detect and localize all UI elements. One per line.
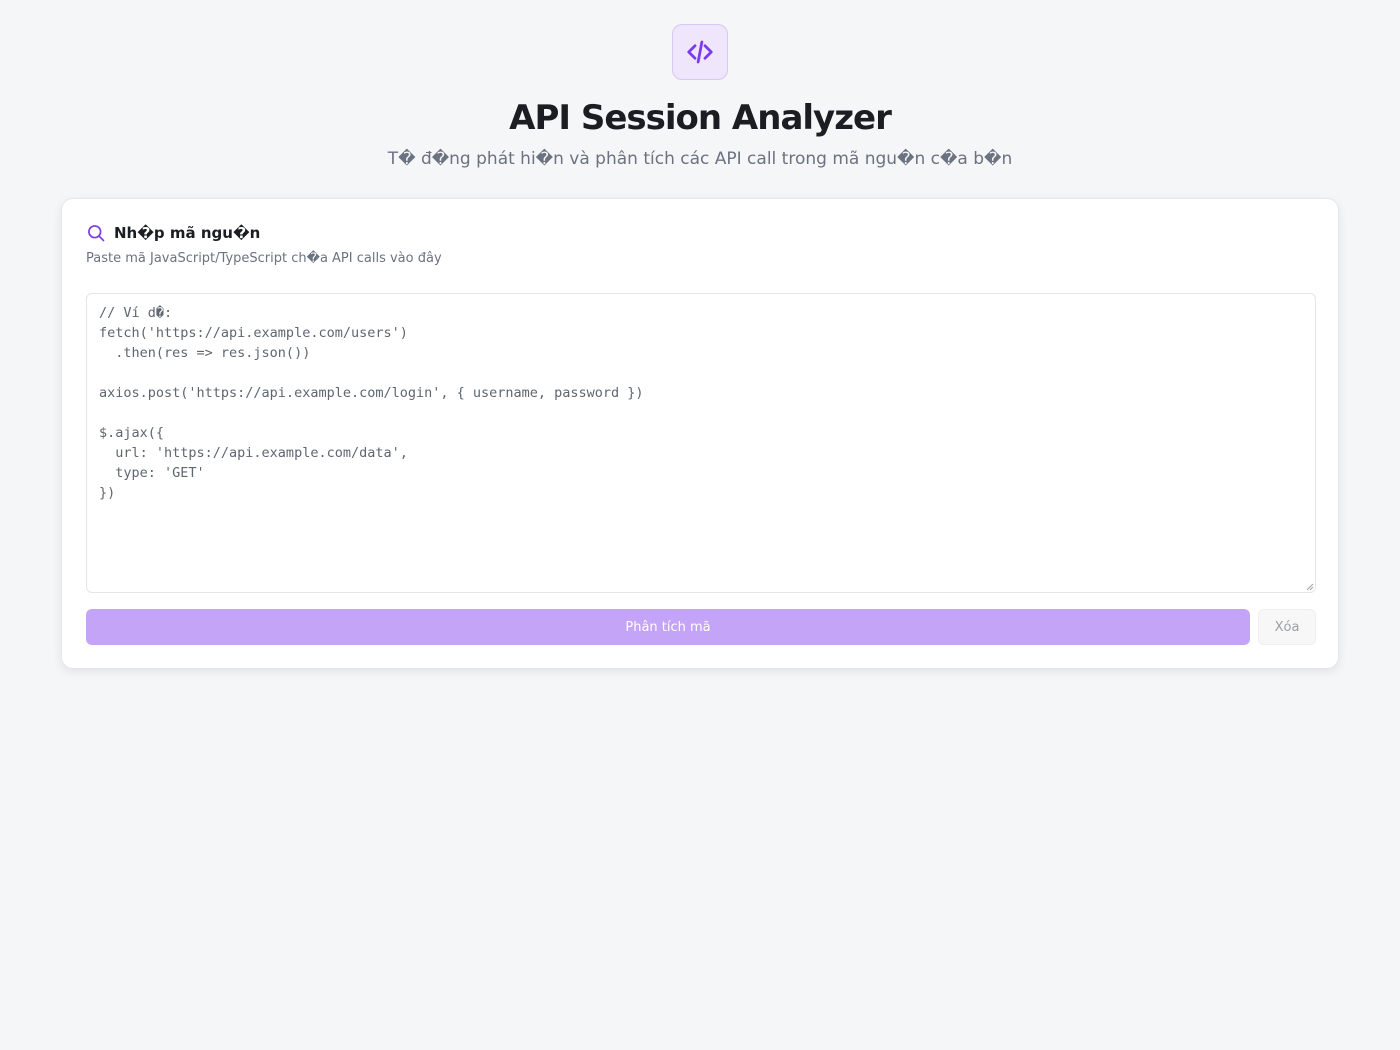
- card-header: Nh�p mã ngu�n: [86, 223, 260, 243]
- code-input-card: Nh�p mã ngu�n Paste mã JavaScript/TypeSc…: [61, 198, 1339, 669]
- clear-button[interactable]: Xóa: [1258, 609, 1316, 645]
- header: API Session Analyzer T� đ�ng phát hi�n v…: [0, 0, 1400, 170]
- search-icon: [88, 225, 105, 242]
- resize-handle-icon[interactable]: [1306, 583, 1314, 591]
- analyze-button[interactable]: Phân tích mã: [86, 609, 1250, 645]
- card-title: Nh�p mã ngu�n: [114, 224, 261, 242]
- code-icon: [687, 40, 713, 64]
- code-input[interactable]: // Ví d�: fetch('https://api.example.com…: [86, 293, 1316, 593]
- page-subtitle: T� đ�ng phát hi�n và phân tích các API c…: [387, 149, 1013, 169]
- logo: [672, 24, 728, 80]
- card-description: Paste mã JavaScript/TypeScript ch�a API …: [86, 251, 442, 266]
- page: API Session Analyzer T� đ�ng phát hi�n v…: [0, 0, 1400, 1050]
- page-title: API Session Analyzer: [509, 98, 892, 138]
